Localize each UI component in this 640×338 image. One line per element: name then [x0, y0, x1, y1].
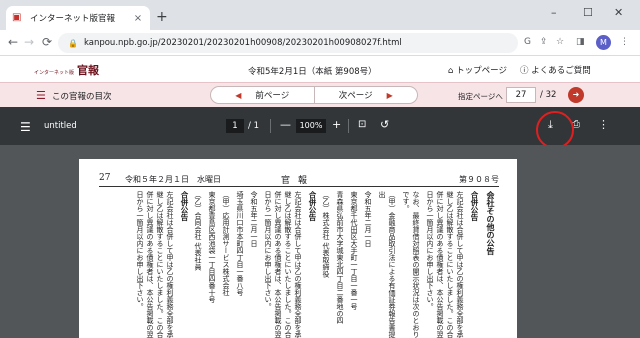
notice-text-column: （甲）金融商品取引法による有価証券報告書提出 — [378, 191, 396, 338]
notice-heading: 合併公告 — [470, 191, 479, 221]
notice-text-column: 左記会社は合併して甲は乙の権利義務全部を承継し乙は解散することにいたしました。こ… — [136, 191, 174, 338]
prev-page-label: 前ページ — [255, 91, 290, 101]
page-date: 令和５年２月１日 水曜日 — [125, 175, 221, 184]
next-page-button[interactable]: 次ページ ▶ — [315, 87, 418, 103]
jump-go-button[interactable]: ➜ — [568, 87, 584, 103]
next-arrow-icon: ▶ — [386, 90, 393, 100]
toolbar-divider — [348, 119, 349, 133]
toolbar-divider — [270, 119, 271, 133]
pdf-page: 27 令和５年２月１日 水曜日 官報 第９０８号 会社その他の公告 合併公告 左記会… — [79, 159, 517, 338]
notice-text-column: 東京都豊島区西池袋一丁目四番十号 — [208, 191, 216, 303]
share-icon[interactable]: ⇪ — [540, 37, 548, 47]
translate-icon[interactable]: G — [524, 37, 531, 47]
notice-text-column: 埼玉県川口市本町四丁目一番八号 — [236, 191, 244, 296]
issue-line: 令和5年2月1日（本紙 第908号） — [248, 67, 377, 77]
home-icon: ⌂ — [448, 66, 457, 76]
issue-nav-bar: ☰ この官報の目次 ◀ 前ページ 次ページ ▶ 指定ページへ 27 / 32 ➜ — [0, 83, 640, 107]
url-text: kanpou.npb.go.jp/20230201/20230201h00908… — [83, 38, 402, 48]
chrome-menu-icon[interactable]: ⋮ — [620, 37, 629, 47]
sidepanel-icon[interactable]: ◨ — [576, 37, 585, 47]
question-icon: ⓘ — [520, 66, 532, 76]
notice-text-column: 青森県弘前市大字城東北四丁目二番地の四 — [336, 191, 344, 324]
page-number: 27 — [99, 173, 111, 183]
notice-text-column: （甲）応用計測サービス株式会社 — [222, 191, 230, 296]
close-window-button[interactable]: ✕ — [614, 6, 623, 19]
page-header: 27 令和５年２月１日 水曜日 官報 第９０８号 — [99, 173, 499, 187]
logo-subtitle: インターネット版 — [34, 70, 75, 76]
maximize-button[interactable]: ☐ — [583, 6, 593, 19]
zoom-in-button[interactable]: + — [332, 118, 341, 131]
faq-link[interactable]: ⓘ よくあるご質問 — [520, 64, 591, 76]
notice-text-column: なお、最終貸借対照表の開示状況は次のとおりです。 — [402, 191, 420, 338]
site-header: インターネット版 官報 令和5年2月1日（本紙 第908号） ⌂ トップページ ⓘ… — [0, 57, 640, 83]
browser-toolbar: ← → ⟳ 🔒 kanpou.npb.go.jp/20230201/202302… — [0, 30, 640, 56]
lock-icon: 🔒 — [68, 38, 78, 48]
top-page-label: トップページ — [456, 66, 507, 76]
pdf-viewer[interactable]: 27 令和５年２月１日 水曜日 官報 第９０８号 会社その他の公告 合併公告 左記会… — [0, 145, 640, 338]
download-highlight-ring — [536, 111, 574, 149]
prev-arrow-icon: ◀ — [235, 90, 242, 100]
jump-page-input[interactable]: 27 — [506, 87, 536, 103]
kanpou-favicon-icon: ▣ — [12, 12, 22, 23]
faq-label: よくあるご質問 — [531, 66, 591, 76]
browser-tab-bar: ▣ インターネット版官報 × + – ☐ ✕ — [0, 0, 640, 30]
reload-button[interactable]: ⟳ — [42, 35, 52, 49]
bookmark-star-icon[interactable]: ☆ — [556, 37, 564, 47]
notice-heading: 合併公告 — [308, 191, 317, 221]
pdf-menu-icon[interactable]: ☰ — [20, 120, 31, 134]
prev-page-button[interactable]: ◀ 前ページ — [211, 87, 314, 103]
notice-text-column: 左記会社は合併して甲は乙の権利義務全部を承継し乙は解散することにいたしました。こ… — [264, 191, 302, 338]
site-logo[interactable]: インターネット版 官報 — [34, 62, 99, 78]
toc-link[interactable]: この官報の目次 — [52, 90, 112, 102]
fit-page-icon[interactable]: ⊡ — [358, 119, 366, 130]
section-heading: 会社その他の公告 — [486, 191, 496, 255]
pdf-filename: untitled — [44, 121, 77, 131]
pdf-more-icon[interactable]: ⋮ — [598, 118, 609, 131]
tab-close-icon[interactable]: × — [132, 13, 144, 24]
notice-text-column: 令和五年二月一日 — [364, 191, 372, 247]
notice-text-column: 東京都千代田区大手町一丁目一番一号 — [350, 191, 358, 310]
pdf-page-count: / 1 — [248, 121, 259, 131]
minimize-button[interactable]: – — [551, 6, 557, 19]
back-button[interactable]: ← — [8, 35, 18, 49]
toc-menu-icon[interactable]: ☰ — [36, 89, 46, 102]
zoom-out-button[interactable]: — — [280, 118, 291, 131]
page-total: / 32 — [540, 90, 557, 100]
address-bar[interactable]: 🔒 kanpou.npb.go.jp/20230201/20230201h009… — [58, 33, 518, 53]
notice-text-column: 左記会社は合併して甲は乙の権利義務全部を承継し乙は解散することにいたしました。こ… — [426, 191, 464, 338]
forward-button[interactable]: → — [24, 35, 34, 49]
notice-text-column: （乙）合同会社 代表社員 — [194, 191, 202, 271]
text-columns: 会社その他の公告 合併公告 左記会社は合併して甲は乙の権利義務全部を承継し乙は解散す… — [99, 191, 499, 338]
zoom-input[interactable]: 100% — [296, 119, 326, 133]
rotate-icon[interactable]: ↺ — [380, 118, 389, 131]
notice-heading: 合併公告 — [180, 191, 189, 221]
paper-title: 官報 — [281, 176, 316, 186]
page-pager: ◀ 前ページ 次ページ ▶ — [210, 86, 418, 104]
browser-tab[interactable]: ▣ インターネット版官報 × — [6, 6, 150, 30]
notice-text-column: 令和五年二月一日 — [250, 191, 258, 247]
logo-title: 官報 — [77, 64, 100, 77]
pdf-page-input[interactable]: 1 — [226, 119, 244, 133]
top-page-link[interactable]: ⌂ トップページ — [448, 64, 507, 76]
notice-text-column: （乙）株式会社 代表取締役 — [322, 191, 330, 278]
tab-title: インターネット版官報 — [30, 14, 116, 24]
issue-number: 第９０８号 — [459, 175, 499, 184]
next-page-label: 次ページ — [338, 91, 373, 101]
jump-label: 指定ページへ — [458, 92, 503, 101]
profile-avatar[interactable]: M — [596, 35, 611, 50]
new-tab-button[interactable]: + — [156, 9, 168, 25]
